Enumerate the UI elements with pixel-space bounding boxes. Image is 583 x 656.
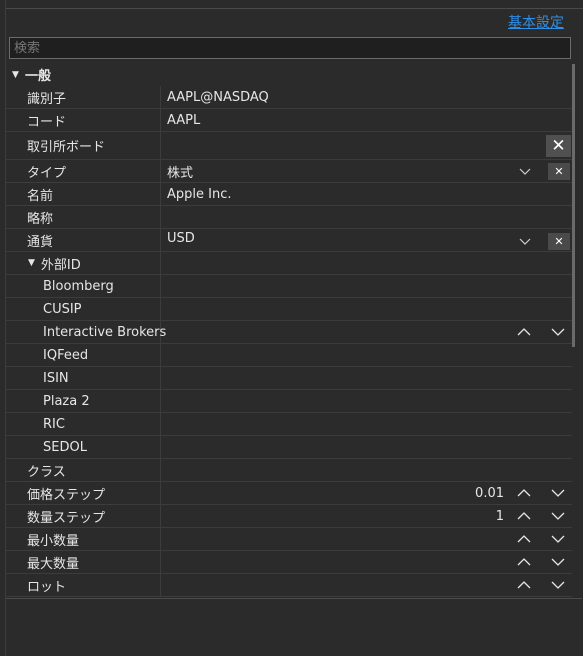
row-label: 取引所ボード xyxy=(27,132,161,159)
row-iqfeed[interactable]: IQFeed xyxy=(6,344,572,367)
row-label: 最小数量 xyxy=(27,528,161,550)
row-label: 数量ステップ xyxy=(27,505,161,527)
code-value[interactable]: AAPL xyxy=(167,113,200,128)
currency-select-value[interactable]: USD xyxy=(167,231,195,246)
row-label: Interactive Brokers xyxy=(43,321,166,343)
row-interactive-brokers[interactable]: Interactive Brokers xyxy=(6,321,572,344)
row-currency[interactable]: 通貨 USD ✕ xyxy=(6,229,572,252)
row-label: 識別子 xyxy=(27,86,161,108)
row-label: 名前 xyxy=(27,183,161,205)
row-type[interactable]: タイプ 株式 ✕ xyxy=(6,160,572,183)
property-grid: 識別子 AAPL@NASDAQ コード AAPL 取引所ボード ✕ タイプ 株式… xyxy=(6,86,572,597)
vertical-scrollbar[interactable] xyxy=(572,64,575,347)
section-general-header[interactable]: ▼ 一般 xyxy=(6,64,572,85)
row-label: 通貨 xyxy=(27,229,161,251)
row-max-volume[interactable]: 最大数量 xyxy=(6,551,572,574)
bottom-border xyxy=(6,598,582,599)
caret-down-icon: ▼ xyxy=(12,69,19,80)
row-price-step[interactable]: 価格ステップ 0.01 xyxy=(6,482,572,505)
chevron-down-icon[interactable] xyxy=(550,578,566,592)
row-label: Plaza 2 xyxy=(43,390,161,412)
row-bloomberg[interactable]: Bloomberg xyxy=(6,275,572,298)
row-label: タイプ xyxy=(27,160,161,182)
name-value[interactable]: Apple Inc. xyxy=(167,187,232,202)
chevron-up-icon[interactable] xyxy=(516,486,532,500)
chevron-up-icon[interactable] xyxy=(516,555,532,569)
close-icon[interactable]: ✕ xyxy=(548,163,570,180)
row-min-volume[interactable]: 最小数量 xyxy=(6,528,572,551)
chevron-up-icon[interactable] xyxy=(516,509,532,523)
search-input[interactable] xyxy=(9,37,571,59)
row-code[interactable]: コード AAPL xyxy=(6,109,572,132)
chevron-down-icon[interactable] xyxy=(550,532,566,546)
chevron-up-icon[interactable] xyxy=(516,325,532,339)
chevron-up-icon[interactable] xyxy=(516,578,532,592)
external-id-group[interactable]: ▼ 外部ID xyxy=(27,252,161,274)
chevron-down-icon[interactable] xyxy=(518,234,532,248)
chevron-down-icon[interactable] xyxy=(550,555,566,569)
close-icon[interactable]: ✕ xyxy=(546,135,571,157)
close-icon[interactable]: ✕ xyxy=(548,233,570,250)
row-label: コード xyxy=(27,109,161,131)
row-class[interactable]: クラス xyxy=(6,459,572,482)
price-step-value[interactable]: 0.01 xyxy=(475,482,504,504)
row-isin[interactable]: ISIN xyxy=(6,367,572,390)
row-short-name[interactable]: 略称 xyxy=(6,206,572,229)
row-board[interactable]: 取引所ボード ✕ xyxy=(6,132,572,160)
row-lot[interactable]: ロット xyxy=(6,574,572,597)
row-plaza2[interactable]: Plaza 2 xyxy=(6,390,572,413)
row-label: CUSIP xyxy=(43,298,161,320)
row-ric[interactable]: RIC xyxy=(6,413,572,436)
chevron-up-icon[interactable] xyxy=(516,532,532,546)
basic-settings-link[interactable]: 基本設定 xyxy=(508,12,564,32)
row-identifier[interactable]: 識別子 AAPL@NASDAQ xyxy=(6,86,572,109)
chevron-down-icon[interactable] xyxy=(550,325,566,339)
chevron-down-icon[interactable] xyxy=(518,164,532,178)
row-label: ロット xyxy=(27,574,161,596)
row-volume-step[interactable]: 数量ステップ 1 xyxy=(6,505,572,528)
row-label: Bloomberg xyxy=(43,275,161,297)
type-select-value[interactable]: 株式 xyxy=(167,162,193,181)
row-label: 外部ID xyxy=(40,257,81,273)
chevron-down-icon[interactable] xyxy=(550,509,566,523)
volume-step-value[interactable]: 1 xyxy=(496,505,504,527)
caret-down-icon: ▼ xyxy=(28,258,35,268)
row-label: IQFeed xyxy=(43,344,161,366)
row-name[interactable]: 名前 Apple Inc. xyxy=(6,183,572,206)
row-label: RIC xyxy=(43,413,161,435)
row-label: ISIN xyxy=(43,367,161,389)
row-label: 最大数量 xyxy=(27,551,161,573)
identifier-value[interactable]: AAPL@NASDAQ xyxy=(167,90,269,105)
row-cusip[interactable]: CUSIP xyxy=(6,298,572,321)
chevron-down-icon[interactable] xyxy=(550,486,566,500)
row-label: クラス xyxy=(27,459,161,481)
top-border xyxy=(6,0,583,9)
row-label: 略称 xyxy=(27,206,161,228)
section-label: 一般 xyxy=(25,69,52,84)
row-label: 価格ステップ xyxy=(27,482,161,504)
row-external-id[interactable]: ▼ 外部ID xyxy=(6,252,572,275)
row-label: SEDOL xyxy=(43,436,161,458)
row-sedol[interactable]: SEDOL xyxy=(6,436,572,459)
